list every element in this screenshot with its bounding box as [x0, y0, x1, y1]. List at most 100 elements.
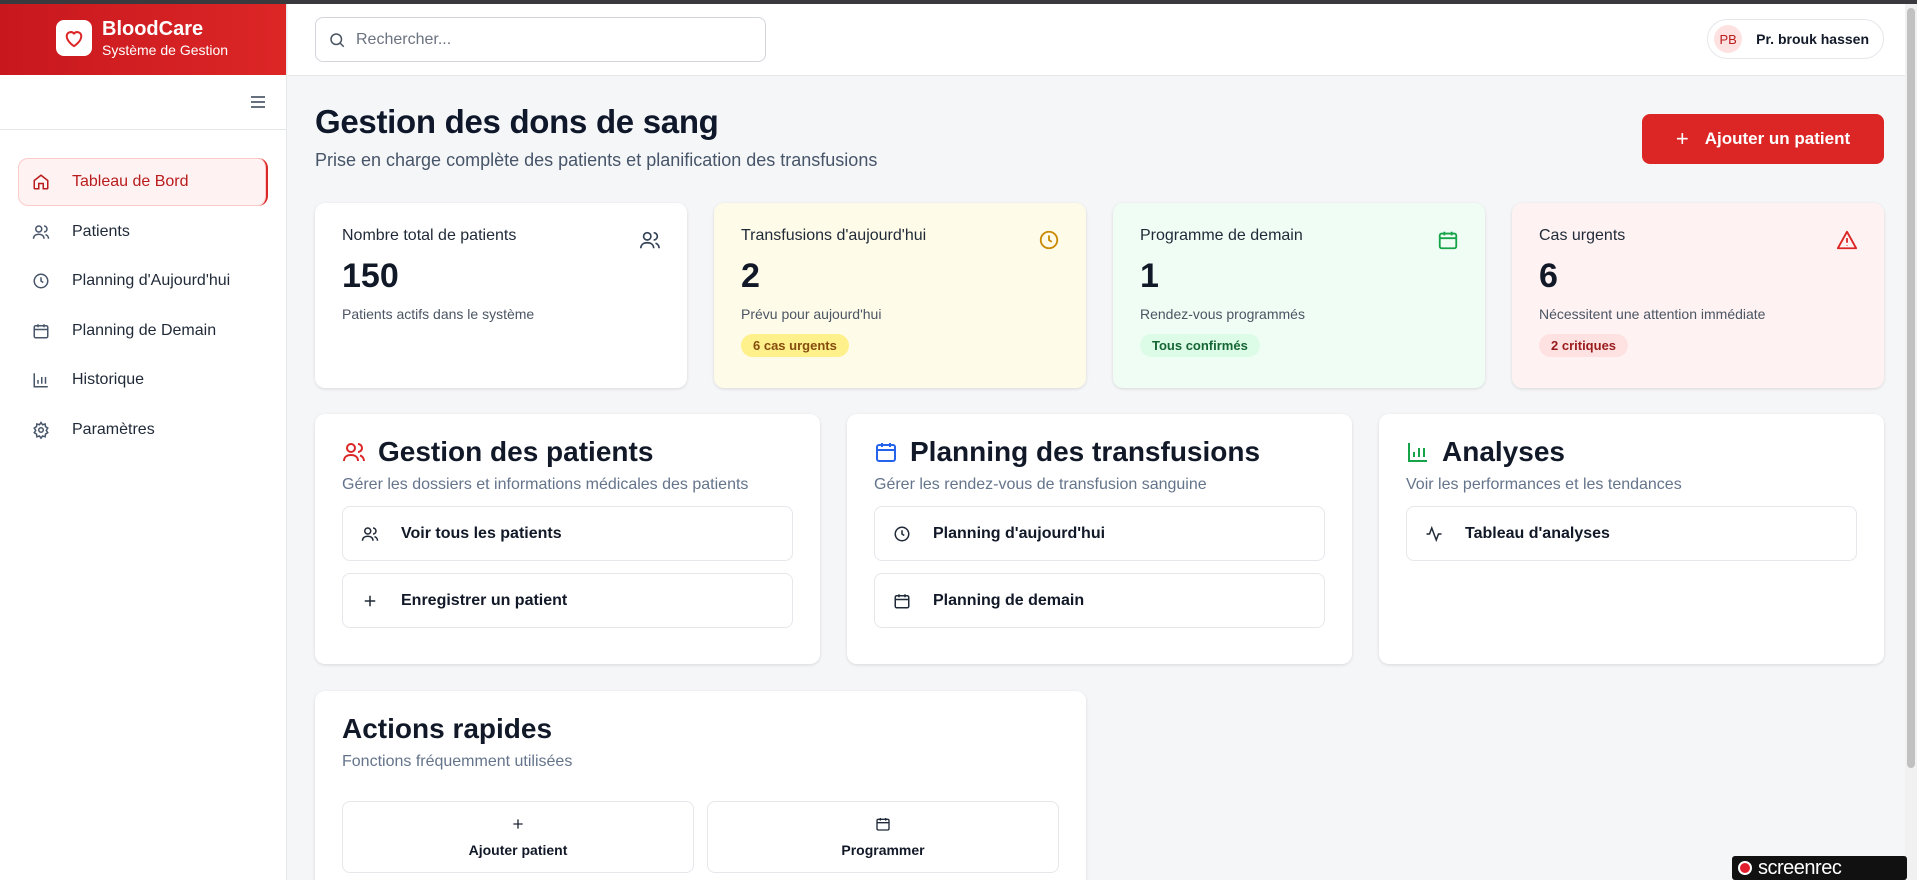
stat-card-total-patients: Nombre total de patients 150 Patients ac… [315, 203, 687, 388]
card-subtitle: Gérer les rendez-vous de transfusion san… [874, 476, 1207, 493]
menu-icon[interactable] [250, 95, 266, 109]
calendar-icon [33, 323, 49, 338]
calendar-icon [876, 818, 890, 831]
sidebar-item-dashboard[interactable]: Tableau de Bord [18, 158, 268, 206]
avatar: PB [1714, 25, 1743, 53]
window-top-border [0, 0, 1917, 4]
calendar-icon [876, 443, 896, 462]
home-icon [33, 174, 49, 190]
button-label: Voir tous les patients [401, 524, 562, 542]
card-title: Analyses [1442, 436, 1565, 467]
scrollbar[interactable] [1905, 4, 1917, 880]
stat-label: Nombre total de patients [342, 227, 517, 244]
user-menu[interactable]: PB Pr. brouk hassen [1707, 19, 1884, 59]
stat-label: Transfusions d'aujourd'hui [741, 227, 927, 244]
brand-subtitle: Système de Gestion [102, 41, 229, 58]
sidebar-nav: Tableau de Bord Patients Planning d'Aujo… [0, 130, 286, 483]
tomorrow-planning-button[interactable]: Planning de demain [874, 573, 1325, 628]
scrollbar-thumb[interactable] [1907, 8, 1915, 768]
stat-card-today-transfusions: Transfusions d'aujourd'hui 2 Prévu pour … [714, 203, 1086, 388]
analytics-dashboard-button[interactable]: Tableau d'analyses [1406, 506, 1857, 561]
record-icon [1738, 861, 1752, 875]
quick-actions-card: Actions rapides Fonctions fréquemment ut… [315, 691, 1086, 880]
button-label: Planning d'aujourd'hui [933, 524, 1106, 542]
sidebar-item-tomorrow-planning[interactable]: Planning de Demain [18, 307, 268, 355]
button-label: Tableau d'analyses [1465, 524, 1610, 542]
stat-card-tomorrow-program: Programme de demain 1 Rendez-vous progra… [1113, 203, 1485, 388]
heart-logo-icon [56, 19, 92, 56]
gear-icon [33, 420, 49, 439]
activity-icon [1426, 525, 1442, 542]
card-title: Actions rapides [342, 713, 553, 744]
search-icon [330, 32, 345, 47]
plus-icon [364, 595, 376, 606]
card-title: Planning des transfusions [910, 436, 1261, 467]
topbar: PB Pr. brouk hassen [288, 4, 1917, 76]
bar-chart-icon [33, 373, 48, 388]
sidebar: BloodCare Système de Gestion Tableau de … [0, 0, 287, 880]
user-name: Pr. brouk hassen [1756, 31, 1869, 47]
brand-header[interactable]: BloodCare Système de Gestion [0, 0, 286, 75]
sidebar-item-settings[interactable]: Paramètres [18, 406, 268, 454]
status-badge: Tous confirmés [1140, 334, 1260, 357]
status-badge: 6 cas urgents [741, 334, 849, 357]
stat-value: 150 [342, 257, 399, 295]
sidebar-item-label: Tableau de Bord [72, 173, 189, 190]
patient-management-card: Gestion des patients Gérer les dossiers … [315, 414, 820, 664]
stat-label: Programme de demain [1140, 227, 1303, 244]
warning-icon [1836, 230, 1858, 250]
stat-label: Cas urgents [1539, 227, 1626, 244]
analytics-card: Analyses Voir les performances et les te… [1379, 414, 1884, 664]
users-icon [361, 526, 379, 541]
page-title: Gestion des dons de sang [315, 103, 719, 140]
view-all-patients-button[interactable]: Voir tous les patients [342, 506, 793, 561]
clock-icon [33, 273, 49, 289]
button-label: Ajouter patient [468, 842, 568, 858]
sidebar-item-label: Paramètres [72, 420, 155, 438]
sidebar-item-patients[interactable]: Patients [18, 208, 268, 256]
plus-icon [513, 819, 523, 829]
stat-description: Rendez-vous programmés [1140, 306, 1305, 322]
sidebar-item-label: Planning d'Aujourd'hui [72, 272, 231, 289]
stat-value: 6 [1539, 257, 1558, 295]
sidebar-item-label: Patients [72, 222, 130, 240]
users-icon [640, 231, 660, 249]
calendar-icon [894, 593, 910, 608]
plus-icon: + [1675, 126, 1689, 151]
stat-value: 1 [1140, 257, 1159, 295]
users-icon [32, 224, 50, 239]
stat-description: Nécessitent une attention immédiate [1539, 306, 1766, 322]
stat-card-urgent-cases: Cas urgents 6 Nécessitent une attention … [1512, 203, 1884, 388]
sidebar-item-label: Historique [72, 371, 145, 388]
today-planning-button[interactable]: Planning d'aujourd'hui [874, 506, 1325, 561]
button-label: Programmer [841, 842, 925, 858]
recorder-watermark: screenrec [1732, 856, 1907, 880]
stat-description: Prévu pour aujourd'hui [741, 306, 882, 322]
clock-icon [894, 526, 910, 541]
sidebar-item-label: Planning de Demain [72, 321, 217, 339]
search-box [315, 17, 766, 62]
stat-description: Patients actifs dans le système [342, 306, 535, 322]
quick-add-patient-button[interactable]: Ajouter patient [342, 801, 694, 873]
sidebar-toggle [0, 75, 286, 130]
button-label: Planning de demain [933, 591, 1085, 609]
brand-name: BloodCare [102, 17, 204, 40]
card-subtitle: Gérer les dossiers et informations médic… [342, 476, 749, 493]
users-icon [343, 443, 365, 462]
stat-value: 2 [741, 257, 760, 295]
add-patient-label: Ajouter un patient [1704, 129, 1851, 148]
sidebar-item-history[interactable]: Historique [18, 356, 268, 404]
watermark-text: screenrec [1758, 856, 1842, 879]
bar-chart-icon [1408, 443, 1427, 462]
button-label: Enregistrer un patient [401, 591, 568, 609]
card-subtitle: Fonctions fréquemment utilisées [342, 753, 573, 770]
add-patient-button[interactable]: + Ajouter un patient [1642, 114, 1884, 164]
sidebar-item-today-planning[interactable]: Planning d'Aujourd'hui [18, 257, 268, 305]
clock-icon [1039, 230, 1059, 250]
status-badge: 2 critiques [1539, 334, 1629, 357]
card-subtitle: Voir les performances et les tendances [1406, 476, 1682, 493]
page-subtitle: Prise en charge complète des patients et… [315, 150, 878, 170]
search-input[interactable] [356, 30, 736, 49]
quick-schedule-button[interactable]: Programmer [707, 801, 1059, 873]
register-patient-button[interactable]: Enregistrer un patient [342, 573, 793, 628]
